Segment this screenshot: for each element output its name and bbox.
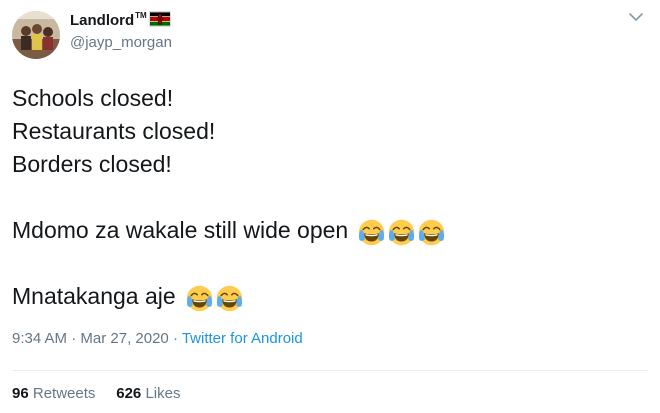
retweets-label: Retweets bbox=[32, 385, 96, 402]
tweet-line-text: Borders closed! bbox=[12, 151, 172, 177]
face-with-tears-of-joy-icon bbox=[186, 285, 213, 312]
tweet-line: Mnatakanga aje bbox=[12, 280, 445, 313]
meta-separator: · bbox=[168, 330, 182, 347]
tweet-line: Borders closed! bbox=[12, 148, 445, 181]
divider bbox=[12, 370, 648, 371]
tweet-source-link[interactable]: Twitter for Android bbox=[182, 330, 303, 347]
avatar[interactable] bbox=[12, 11, 60, 59]
author-handle[interactable]: @jayp_morgan bbox=[70, 34, 172, 52]
author-display-name[interactable]: Landlord TM bbox=[70, 11, 171, 30]
retweets-stat[interactable]: 96 Retweets bbox=[12, 385, 95, 402]
likes-label: Likes bbox=[145, 385, 181, 402]
tweet-line: Restaurants closed! bbox=[12, 115, 445, 148]
face-with-tears-of-joy-icon bbox=[418, 219, 445, 246]
tweet-date[interactable]: Mar 27, 2020 bbox=[80, 330, 168, 347]
tweet-line-text: Restaurants closed! bbox=[12, 118, 216, 144]
avatar-image bbox=[12, 11, 60, 59]
kenya-flag-icon bbox=[148, 11, 171, 27]
tweet-line: Schools closed! bbox=[12, 82, 445, 115]
face-with-tears-of-joy-icon bbox=[388, 219, 415, 246]
trademark-mark: TM bbox=[135, 11, 147, 20]
face-with-tears-of-joy-icon bbox=[358, 219, 385, 246]
tweet-line-text: Mnatakanga aje bbox=[12, 283, 176, 309]
chevron-down-icon[interactable] bbox=[628, 11, 644, 23]
tweet-line-text: Schools closed! bbox=[12, 85, 174, 111]
face-with-tears-of-joy-icon bbox=[216, 285, 243, 312]
tweet-meta: 9:34 AM · Mar 27, 2020 · Twitter for And… bbox=[12, 330, 303, 348]
tweet-text: Schools closed! Restaurants closed! Bord… bbox=[12, 82, 445, 313]
retweets-count: 96 bbox=[12, 385, 29, 402]
tweet-stats: 96 Retweets 626 Likes bbox=[12, 385, 180, 403]
likes-count: 626 bbox=[116, 385, 142, 402]
tweet-line-text: Mdomo za wakale still wide open bbox=[12, 217, 349, 243]
meta-separator: · bbox=[67, 330, 81, 347]
tweet-time[interactable]: 9:34 AM bbox=[12, 330, 67, 347]
tweet-line: Mdomo za wakale still wide open bbox=[12, 214, 445, 247]
likes-stat[interactable]: 626 Likes bbox=[116, 385, 180, 402]
display-name-text: Landlord bbox=[70, 12, 135, 29]
